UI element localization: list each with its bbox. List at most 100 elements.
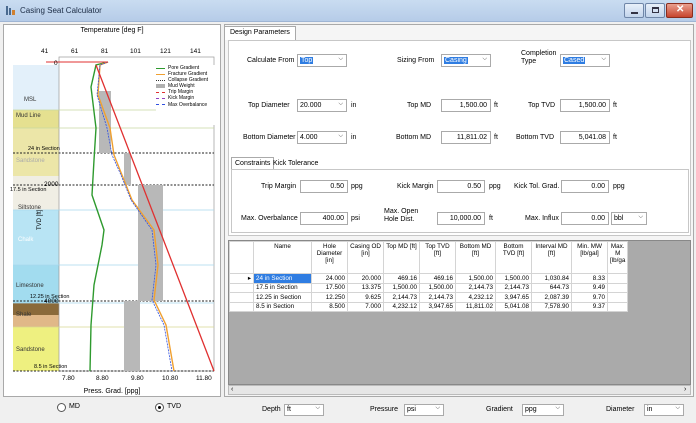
table-cell[interactable]: 9.70 — [571, 292, 608, 303]
table-cell[interactable]: 17.500 — [311, 282, 348, 293]
sizing-from-select[interactable]: Casing ⌵ — [441, 54, 491, 67]
chevron-down-icon: ⌵ — [338, 133, 343, 139]
bottom-diameter-value: 4.000 — [300, 134, 318, 141]
gradient-unit-select[interactable]: ppg ⌵ — [522, 404, 564, 416]
top-md-input[interactable]: 1,500.00 — [441, 99, 491, 112]
tab-design-parameters[interactable]: Design Parameters — [224, 26, 296, 40]
bottom-tvd-input[interactable]: 5,041.08 — [560, 131, 610, 144]
table-cell[interactable] — [606, 273, 629, 284]
tab-kick-tolerance[interactable]: Kick Tolerance — [270, 158, 321, 169]
minimize-button[interactable] — [624, 3, 644, 18]
horizontal-scrollbar[interactable]: ‹ › — [228, 385, 691, 395]
table-cell[interactable]: 24 in Section — [253, 273, 312, 284]
table-cell[interactable]: 1,030.84 — [531, 273, 572, 284]
column-header[interactable]: Casing OD [in] — [347, 241, 384, 274]
pressure-unit-select[interactable]: psi ⌵ — [404, 404, 444, 416]
calculate-from-select[interactable]: Top ⌵ — [297, 54, 347, 67]
table-cell[interactable]: 4,232.12 — [455, 292, 496, 303]
column-header[interactable]: Bottom MD [ft] — [455, 241, 496, 274]
diameter-unit-value: in — [647, 406, 653, 413]
kick-margin-input[interactable]: 0.50 — [437, 180, 485, 193]
table-row[interactable]: 8.5 in Section 8.500 7.000 4,232.12 3,94… — [229, 301, 629, 312]
maximize-button[interactable] — [645, 3, 665, 18]
bottom-tick: 8.80 — [96, 375, 109, 382]
max-influx-input[interactable]: 0.00 — [561, 212, 609, 225]
top-diameter-unit: in — [351, 102, 357, 109]
top-md-label: Top MD — [407, 102, 432, 109]
table-cell[interactable]: 8.500 — [311, 301, 348, 312]
table-cell[interactable]: 1,500.00 — [419, 282, 456, 293]
table-row[interactable]: 17.5 in Section 17.500 13.375 1,500.00 1… — [229, 282, 629, 293]
kick-tol-grad-unit: ppg — [613, 183, 625, 190]
trip-margin-input[interactable]: 0.50 — [300, 180, 348, 193]
table-cell[interactable]: 1,500.00 — [383, 282, 420, 293]
table-row[interactable]: 12.25 in Section 12.250 9.625 2,144.73 2… — [229, 292, 629, 303]
formation-label: Shale — [16, 312, 32, 318]
table-cell[interactable]: 13.375 — [347, 282, 384, 293]
column-header[interactable]: Bottom TVD [ft] — [495, 241, 532, 274]
bottom-tick: 7.80 — [62, 375, 75, 382]
table-cell[interactable]: 644.73 — [531, 282, 572, 293]
table-cell[interactable]: 3,947.65 — [495, 292, 532, 303]
legend-swatch — [156, 104, 165, 106]
table-cell[interactable]: 17.5 in Section — [253, 282, 312, 293]
table-cell[interactable]: 2,144.73 — [495, 282, 532, 293]
md-radio[interactable] — [57, 403, 66, 412]
bottom-tvd-label: Bottom TVD — [516, 134, 554, 141]
table-cell[interactable] — [606, 301, 629, 312]
bottom-md-input[interactable]: 11,811.02 — [441, 131, 491, 144]
table-cell[interactable]: 469.16 — [383, 273, 420, 284]
column-header[interactable]: Top TVD [ft] — [419, 241, 456, 274]
depth-unit-select[interactable]: ft ⌵ — [284, 404, 324, 416]
minimize-icon — [631, 12, 638, 14]
diameter-unit-select[interactable]: in ⌵ — [644, 404, 684, 416]
table-cell[interactable]: 1,500.00 — [495, 273, 532, 284]
table-cell[interactable]: 9.37 — [571, 301, 608, 312]
tvd-radio[interactable] — [155, 403, 164, 412]
table-cell[interactable]: 8.5 in Section — [253, 301, 312, 312]
table-cell[interactable]: 9.49 — [571, 282, 608, 293]
table-cell[interactable]: 7,578.90 — [531, 301, 572, 312]
table-cell[interactable]: 9.625 — [347, 292, 384, 303]
completion-type-select[interactable]: Cased ⌵ — [560, 54, 610, 67]
column-header[interactable]: Name — [253, 241, 312, 274]
column-header[interactable]: Top MD [ft] — [383, 241, 420, 274]
close-button[interactable]: ✕ — [666, 3, 693, 18]
top-diameter-select[interactable]: 20.000 ⌵ — [297, 99, 347, 112]
table-cell[interactable]: 12.25 in Section — [253, 292, 312, 303]
table-cell[interactable]: 2,087.39 — [531, 292, 572, 303]
kick-tol-grad-input[interactable]: 0.00 — [561, 180, 609, 193]
table-cell[interactable]: 1,500.00 — [455, 273, 496, 284]
table-cell[interactable]: 2,144.73 — [455, 282, 496, 293]
table-row[interactable]: ▸ 24 in Section 24.000 20.000 469.16 469… — [229, 273, 629, 284]
table-cell[interactable]: 2,144.73 — [419, 292, 456, 303]
table-cell[interactable]: 11,811.02 — [455, 301, 496, 312]
table-cell[interactable]: 20.000 — [347, 273, 384, 284]
max-overbalance-input[interactable]: 400.00 — [300, 212, 348, 225]
sections-grid[interactable]: Name Hole Diameter [in] Casing OD [in] T… — [228, 240, 691, 385]
scroll-left-icon[interactable]: ‹ — [231, 386, 233, 393]
column-header[interactable]: Max. M [lb/ga — [606, 241, 629, 274]
row-selector-icon: ▸ — [229, 273, 254, 284]
scroll-right-icon[interactable]: › — [684, 386, 686, 393]
max-influx-unit-select[interactable]: bbl ⌵ — [611, 212, 647, 225]
table-cell[interactable]: 3,947.65 — [419, 301, 456, 312]
table-cell[interactable]: 2,144.73 — [383, 292, 420, 303]
max-open-hole-input[interactable]: 10,000.00 — [437, 212, 485, 225]
bottom-diameter-select[interactable]: 4.000 ⌵ — [297, 131, 347, 144]
top-tvd-input[interactable]: 1,500.00 — [560, 99, 610, 112]
table-cell[interactable]: 24.000 — [311, 273, 348, 284]
table-cell[interactable]: 5,041.08 — [495, 301, 532, 312]
tab-constraints[interactable]: Constraints — [231, 157, 275, 169]
table-cell[interactable]: 469.16 — [419, 273, 456, 284]
table-cell[interactable]: 7.000 — [347, 301, 384, 312]
column-header[interactable]: Min. MW [lb/gal] — [571, 241, 608, 274]
table-cell[interactable]: 4,232.12 — [383, 301, 420, 312]
table-cell[interactable] — [606, 292, 629, 303]
max-overbalance-label: Max. Overbalance — [241, 215, 298, 222]
column-header[interactable]: Interval MD [ft] — [531, 241, 572, 274]
column-header[interactable]: Hole Diameter [in] — [311, 241, 348, 274]
table-cell[interactable] — [606, 282, 629, 293]
table-cell[interactable]: 8.33 — [571, 273, 608, 284]
table-cell[interactable]: 12.250 — [311, 292, 348, 303]
